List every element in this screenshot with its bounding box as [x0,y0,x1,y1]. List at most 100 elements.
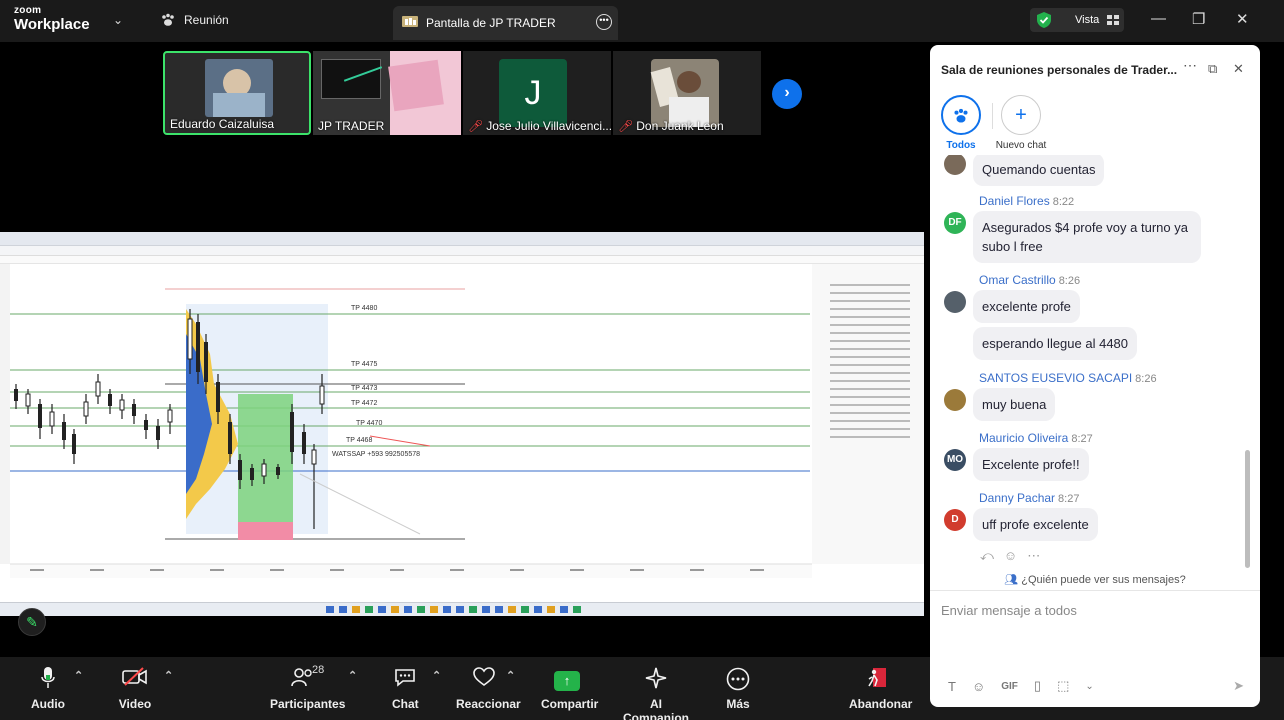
audio-options-caret-icon[interactable]: ⌃ [74,669,83,682]
more-button[interactable]: Más [725,667,751,711]
message-sender: Mauricio Oliveira 8:27 [979,431,1093,445]
meeting-menu[interactable]: Reunión [160,12,229,28]
participants-icon [270,667,336,691]
view-label: Vista [1075,14,1100,26]
message-bubble: uff profe excelente [973,508,1098,541]
filter-new-chat[interactable]: + Nuevo chat [993,95,1049,151]
chat-input[interactable]: Enviar mensaje a todos T ☺ GIF ▯ ⬚ ⌄ ➤ [930,590,1260,707]
avatar: MO [944,449,966,471]
message-sender: Omar Castrillo 8:26 [979,273,1081,287]
view-button[interactable]: Vista [1030,8,1124,32]
emoji-react-icon[interactable]: ☺ [1004,548,1017,564]
participants-options-caret-icon[interactable]: ⌃ [348,669,357,682]
paw-icon [941,95,981,135]
more-actions-icon[interactable]: ⋯ [1027,548,1040,564]
shared-screen: TP 4480 TP 4475 TP 4473 TP 4472 TP 4470 … [0,232,924,616]
avatar [944,291,966,313]
contact-label: WATSSAP +593 992505578 [332,451,421,458]
participants-count: 28 [312,664,325,676]
grid-view-icon [1107,15,1120,25]
browser-tabs-bar [0,232,924,246]
annotate-pencil-icon[interactable]: ✎ [18,608,46,636]
zoom-workplace-logo: zoom Workplace [14,5,90,33]
avatar: D [944,509,966,531]
ai-companion-button[interactable]: AI Companion [619,667,693,720]
message-bubble: Quemando cuentas [973,155,1105,186]
tp-label: TP 4473 [351,385,378,392]
shared-screen-title: Pantalla de JP TRADER [426,16,556,30]
participant-name: Don Juank Leon [636,119,724,133]
next-page-arrow-icon[interactable]: › [772,79,802,109]
video-button[interactable]: Video ⌃ [118,667,173,711]
screen-share-icon [402,16,418,27]
message-bubble: Asegurados $4 profe voy a turno ya subo … [973,211,1201,263]
participants-button[interactable]: 28 Participantes ⌃ [270,664,357,711]
screenshot-icon[interactable]: ⬚ [1057,678,1069,694]
who-can-see[interactable]: 👥︎ ¿Quién puede ver sus mensajes? [930,573,1260,586]
tp-label: TP 4470 [356,420,383,427]
message-sender: Daniel Flores 8:22 [979,194,1075,208]
avatar: DF [944,212,966,234]
close-window-icon[interactable]: ✕ [1236,10,1249,28]
app-menu-chevron-icon[interactable]: ⌄ [113,13,123,27]
filter-todos[interactable]: Todos [939,95,983,151]
message-actions: ⤺ ☺ ⋯ [980,548,1040,564]
chat-title: Sala de reuniones personales de Trader..… [941,63,1178,77]
share-button[interactable]: ↑ Compartir [541,667,598,711]
chat-panel: Sala de reuniones personales de Trader..… [930,45,1260,707]
screenshot-caret-icon[interactable]: ⌄ [1085,681,1093,692]
message-list: Quemando cuentas Daniel Flores 8:22 DF As… [930,155,1260,575]
more-options-icon[interactable]: ••• [596,14,612,30]
pop-out-icon[interactable]: ⧉ [1208,61,1217,77]
video-tile-don-juank[interactable]: 🎤︎ Don Juank Leon [613,51,761,135]
minimize-icon[interactable]: — [1151,10,1166,27]
tp-label: TP 4480 [351,305,378,312]
microphone-icon [30,667,66,691]
more-icon [725,667,751,691]
trading-chart [0,264,924,604]
chat-header: Sala de reuniones personales de Trader..… [930,45,1260,93]
restore-icon[interactable]: ❐ [1192,10,1205,28]
video-tile-jp-trader[interactable]: JP TRADER [313,51,461,135]
participant-name: Eduardo Caizaluisa [170,117,275,131]
shared-screen-tab[interactable]: Pantalla de JP TRADER ••• [393,6,618,40]
avatar: J [499,59,567,127]
message-bubble: excelente profe [973,290,1080,323]
format-text-icon[interactable]: T [948,679,956,694]
browser-address-bar [0,246,924,256]
video-options-caret-icon[interactable]: ⌃ [164,669,173,682]
video-tile-jose-julio[interactable]: J 🎤︎ Jose Julio Villavicenci... [463,51,611,135]
leave-icon [849,667,905,691]
reply-icon[interactable]: ⤺ [980,548,994,564]
mic-muted-icon: 🎤︎ [618,119,634,133]
message-sender: Danny Pachar 8:27 [979,491,1080,505]
close-chat-icon[interactable]: ✕ [1233,61,1244,77]
leave-button[interactable]: Abandonar [849,667,912,711]
message-sender: SANTOS EUSEVIO SACAPI 8:26 [979,371,1157,385]
chat-options-caret-icon[interactable]: ⌃ [432,669,441,682]
avatar [650,59,719,127]
avatar [944,389,966,411]
tp-label: TP 4475 [351,361,378,368]
gif-icon[interactable]: GIF [1001,681,1018,692]
audio-button[interactable]: Audio ⌃ [30,667,83,711]
react-options-caret-icon[interactable]: ⌃ [506,669,515,682]
chat-scrollbar[interactable] [1245,450,1250,568]
file-icon[interactable]: ▯ [1034,678,1041,694]
emoji-icon[interactable]: ☺ [972,679,985,694]
top-bar: zoom Workplace ⌄ Reunión Pantalla de JP … [0,0,1284,42]
tp-label: TP 4468 [346,437,373,444]
video-tile-eduardo[interactable]: Eduardo Caizaluisa [163,51,311,135]
input-toolbar: T ☺ GIF ▯ ⬚ ⌄ [948,678,1094,694]
more-options-icon[interactable]: ⋯ [1183,57,1197,74]
sparkle-icon [619,667,693,691]
mic-muted-icon: 🎤︎ [468,119,484,133]
chat-button[interactable]: Chat ⌃ [392,667,441,711]
participant-name: JP TRADER [318,119,385,133]
share-screen-icon: ↑ [541,667,593,691]
react-button[interactable]: Reaccionar ⌃ [456,667,521,711]
send-icon[interactable]: ➤ [1233,678,1244,694]
paw-icon [162,13,174,26]
plus-icon: + [1001,95,1041,135]
video-off-icon [118,667,152,691]
